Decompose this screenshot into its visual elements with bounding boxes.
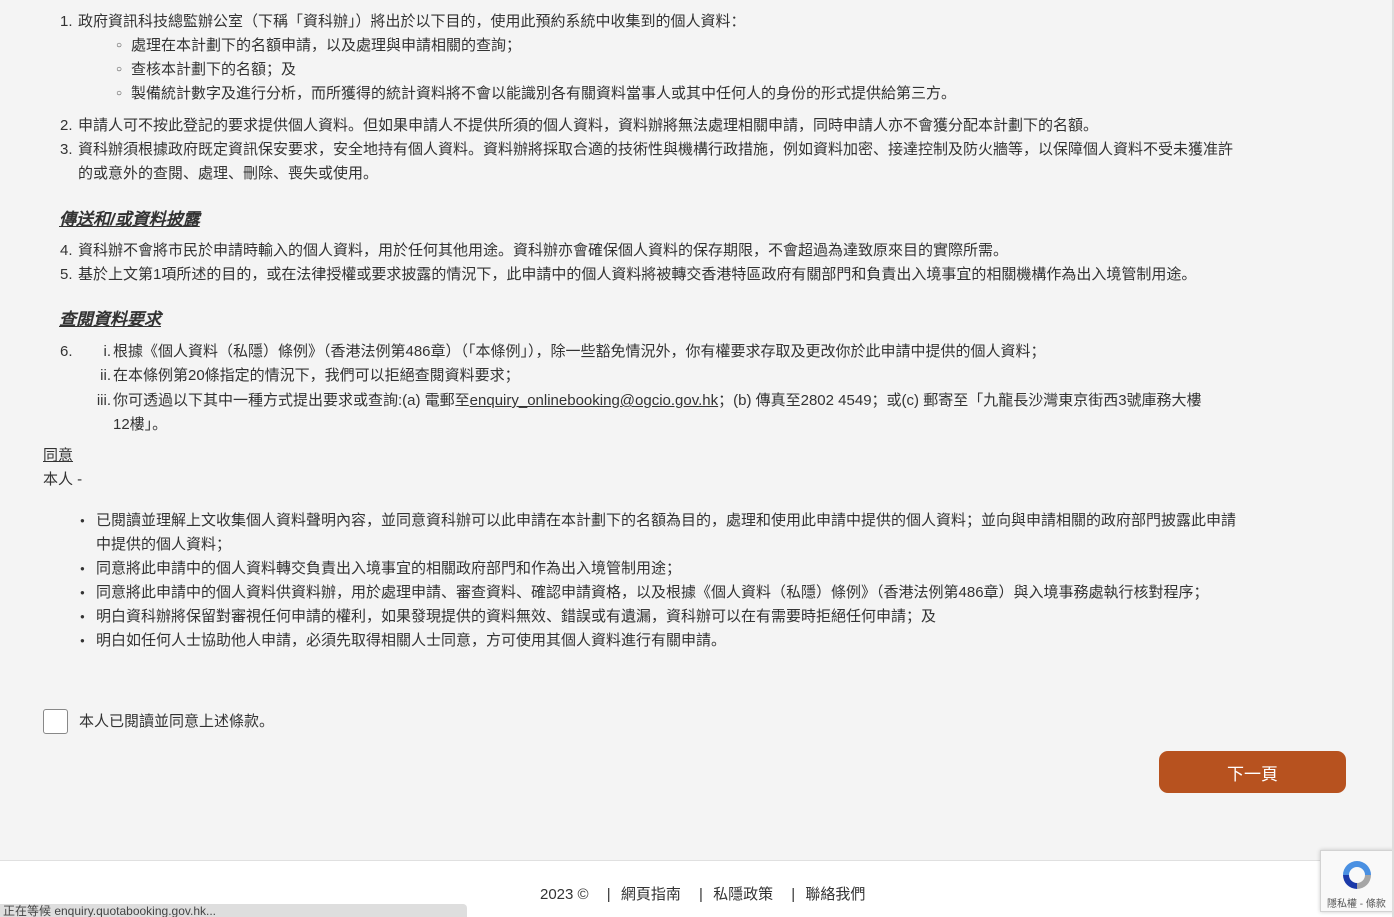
- section-heading-transfer: 傳送和/或資料披露: [59, 210, 200, 229]
- transfer-item-4: 4. 資科辦不會將市民於申請時輸入的個人資料，用於任何其他用途。資科辦亦會確保個人…: [60, 242, 1009, 259]
- footer-separator: |: [791, 886, 796, 903]
- consent-title: 同意: [43, 447, 74, 464]
- consent-bullet: 明白資科辦將保留對審視任何申請的權利，如果發現提供的資料無效、錯誤或有遺漏，資科…: [80, 605, 936, 629]
- browser-status-bar: 正在等候 enquiry.quotabooking.gov.hk...: [0, 904, 467, 917]
- footer-separator: |: [606, 886, 611, 903]
- transfer-item-5: 5. 基於上文第1項所述的目的，或在法律授權或要求披露的情況下，此申請中的個人資料…: [60, 266, 1197, 283]
- purpose-item-1: 1. 政府資訊科技總監辦公室（下稱「資科辦」）將出於以下目的，使用此預約系統中收集…: [60, 13, 746, 30]
- footer-link-contact[interactable]: 聯絡我們: [805, 886, 865, 903]
- consent-bullet: 明白如任何人士協助他人申請，必須先取得相關人士同意，方可使用其個人資料進行有關申…: [80, 629, 726, 653]
- consent-bullet: 同意將此申請中的個人資料供資料辦，用於處理申請、審查資料、確認申請資格，以及根據…: [80, 581, 1209, 605]
- access-roman-ii: ii. 在本條例第20條指定的情況下，我們可以拒絕查閱資料要求；: [100, 367, 520, 384]
- access-roman-i: i. 根據《個人資料（私隱）條例》（香港法例第486章）（「本條例」），除一些豁免…: [103, 343, 1046, 360]
- purpose-item-3: 3. 資科辦須根據政府既定資訊保安要求，安全地持有個人資料。資料辦將採取合適的技術…: [60, 141, 1234, 158]
- consent-bullet: 同意將此申請中的個人資料轉交負責出入境事宜的相關政府部門和作為出入境管制用途；: [80, 557, 681, 581]
- purpose-item-3-cont: 的或意外的查閱、處理、刪除、喪失或使用。: [78, 165, 379, 182]
- purpose-sub-bullet: 製備統計數字及進行分析，而所獲得的統計資料將不會以能識別各有關資料當事人或其中任…: [116, 82, 956, 106]
- access-item-6-num: 6.: [60, 343, 73, 360]
- consent-bullet: 已閱讀並理解上文收集個人資料聲明內容，並同意資科辦可以此申請在本計劃下的名額為目…: [80, 509, 1236, 533]
- access-roman-iii: iii. 你可透過以下其中一種方式提出要求或查詢:(a) 電郵至enquiry_o…: [96, 392, 1202, 409]
- footer-separator: |: [699, 886, 703, 903]
- access-roman-iii-cont: 12樓」。: [113, 416, 168, 433]
- enquiry-email-link[interactable]: enquiry_onlinebooking@ogcio.gov.hk: [470, 392, 718, 409]
- footer-link-privacy[interactable]: 私隱政策: [713, 886, 773, 903]
- footer-link-guide[interactable]: 網頁指南: [621, 886, 681, 903]
- purpose-sub-bullet: 處理在本計劃下的名額申請，以及處理與申請相關的查詢；: [116, 34, 521, 58]
- recaptcha-badge[interactable]: 隱私權 - 條款: [1320, 850, 1394, 912]
- next-page-button[interactable]: 下一頁: [1159, 751, 1346, 793]
- consent-subtitle: 本人 -: [43, 471, 83, 488]
- purpose-sub-bullet: 查核本計劃下的名額；及: [116, 58, 296, 82]
- copyright: 2023 ©: [540, 886, 589, 903]
- agree-checkbox-label[interactable]: 本人已閱讀並同意上述條款。: [79, 711, 274, 733]
- purpose-item-2: 2. 申請人可不按此登記的要求提供個人資料。但如果申請人不提供所須的個人資料，資料…: [60, 117, 1099, 134]
- agree-checkbox[interactable]: [43, 709, 68, 734]
- recaptcha-icon: [1343, 861, 1371, 889]
- consent-bullet-cont: 中提供的個人資料；: [96, 536, 232, 553]
- footer-links: 2023 © | 網頁指南 | 私隱政策 | 聯絡我們: [540, 883, 871, 904]
- recaptcha-terms[interactable]: 隱私權 - 條款: [1327, 895, 1386, 910]
- section-heading-access: 查閱資料要求: [59, 310, 161, 329]
